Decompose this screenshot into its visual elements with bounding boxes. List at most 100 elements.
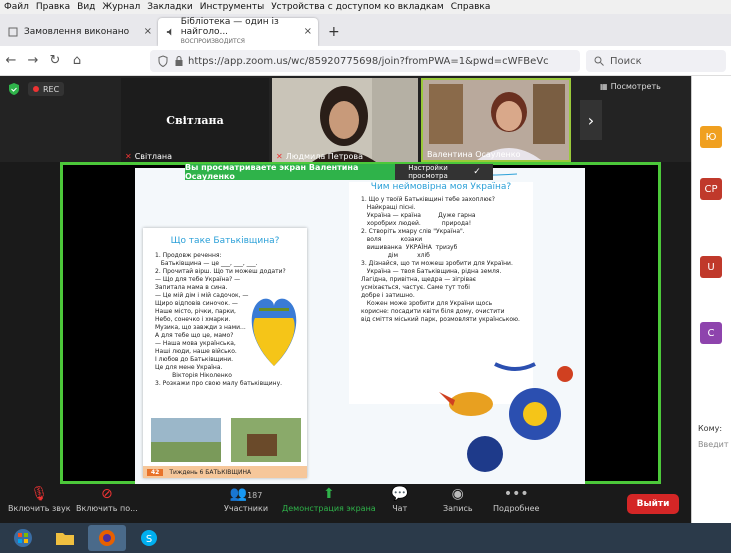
- avatar[interactable]: С: [700, 322, 722, 344]
- avatar[interactable]: СР: [700, 178, 722, 200]
- more-label: Подробнее: [493, 504, 540, 513]
- menu-history[interactable]: Журнал: [102, 2, 140, 12]
- forward-button[interactable]: →: [22, 53, 44, 68]
- next-page-button[interactable]: ›: [580, 100, 602, 140]
- shared-screen: Що таке Батьківщина? 1. Продовж речення:…: [60, 162, 661, 484]
- page-heading: Що таке Батьківщина?: [170, 236, 280, 246]
- search-box[interactable]: Поиск: [586, 50, 726, 72]
- text-line: Вікторія Ніколенко: [155, 372, 232, 379]
- camera-off-icon: ⊘: [101, 486, 113, 502]
- share-screen-icon: ⬆: [322, 486, 335, 502]
- video-label: Включить по...: [76, 504, 138, 513]
- recording-badge: REC: [28, 82, 65, 96]
- landscape-photos: [151, 418, 301, 462]
- taskbar-firefox[interactable]: [88, 525, 126, 551]
- text-line: воля козаки: [361, 236, 423, 243]
- firefox-icon: [99, 530, 115, 546]
- text-line: 3. Розкажи про свою малу батьківщину.: [155, 380, 283, 387]
- menu-tools[interactable]: Инструменты: [200, 2, 264, 12]
- video-tile-valentyna[interactable]: Валентина Осауленко: [421, 78, 571, 162]
- participants-icon: 👥187: [229, 486, 263, 502]
- url-bar[interactable]: https://app.zoom.us/wc/85920775698/join?…: [150, 50, 580, 72]
- rec-label: REC: [43, 84, 60, 94]
- chevron-right-icon: ›: [587, 110, 595, 130]
- participants-panel: Ю СР U С Кому: Введит: [691, 76, 731, 523]
- view-settings-button[interactable]: Настройки просмотра: [395, 164, 461, 180]
- floral-painting-illustration: [439, 362, 573, 472]
- share-label: Демонстрация экрана: [282, 504, 376, 513]
- back-button[interactable]: ←: [0, 53, 22, 68]
- participants-button[interactable]: 👥187 Участники: [224, 486, 268, 513]
- mic-muted-icon: ✕: [125, 152, 132, 161]
- tab-library[interactable]: Бібліотека — один із найголо... ВОСПРОИЗВ…: [158, 17, 318, 46]
- participant-name: Людмила Петрова: [285, 152, 363, 161]
- chat-recipient-label: Кому:: [698, 424, 723, 433]
- tab-bar: Замовлення виконано × Бібліотека — один …: [0, 14, 731, 46]
- record-icon: ◉: [451, 486, 464, 502]
- unmute-label: Включить звук: [8, 504, 71, 513]
- reload-button[interactable]: ↻: [44, 53, 66, 68]
- chat-icon: 💬: [391, 486, 409, 502]
- menu-view[interactable]: Вид: [77, 2, 95, 12]
- search-input[interactable]: Поиск: [610, 56, 642, 67]
- text-line: 3. Дізнайся, що ти можеш зробити для Укр…: [361, 260, 513, 267]
- share-screen-button[interactable]: ⬆ Демонстрация экрана: [282, 486, 376, 513]
- menu-edit[interactable]: Правка: [36, 2, 70, 12]
- text-line: хоробрих людей. природа!: [361, 220, 472, 227]
- shield-icon[interactable]: [158, 55, 168, 67]
- chat-input[interactable]: Введит: [698, 440, 729, 449]
- participant-name-large: Світлана: [166, 114, 224, 127]
- home-button[interactable]: ⌂: [66, 53, 88, 68]
- participant-name: Валентина Осауленко: [427, 150, 521, 159]
- menu-bar: Файл Правка Вид Журнал Закладки Инструме…: [0, 0, 731, 14]
- text-line: вишиванка УКРАЇНА тризуб: [361, 244, 458, 251]
- menu-devices[interactable]: Устройства с доступом ко вкладкам: [271, 2, 444, 12]
- new-tab-button[interactable]: +: [318, 18, 350, 46]
- taskbar-explorer[interactable]: [46, 525, 84, 551]
- tab-order-done[interactable]: Замовлення виконано ×: [0, 18, 158, 46]
- start-button[interactable]: [4, 525, 42, 551]
- text-line: Батьківщина — це ___, ___, ___.: [155, 260, 258, 267]
- text-line: Україна — країна Дуже гарна: [361, 212, 476, 219]
- text-line: 2. Створіть хмару слів "Україна".: [361, 228, 465, 235]
- tab-label: Бібліотека — один із найголо...: [180, 17, 279, 37]
- lock-icon[interactable]: [174, 55, 184, 67]
- zoom-meeting: REC Світлана ✕ Світлана ✕ Людмила Петрова …: [0, 76, 691, 523]
- security-shield-icon[interactable]: [8, 82, 20, 96]
- start-video-button[interactable]: ⊘ Включить по...: [76, 486, 138, 513]
- record-button[interactable]: ◉ Запись: [443, 486, 473, 513]
- menu-help[interactable]: Справка: [451, 2, 491, 12]
- shared-content: Що таке Батьківщина? 1. Продовж речення:…: [135, 168, 585, 484]
- view-label: Посмотреть: [610, 82, 661, 91]
- page-icon: [8, 27, 18, 37]
- page-text: 1. Що у твоїй Батьківщині тебе захоплює?…: [349, 196, 533, 324]
- checkmark-icon[interactable]: ✓: [461, 164, 493, 180]
- close-icon[interactable]: ×: [144, 26, 152, 37]
- leave-button[interactable]: Выйти: [627, 494, 679, 514]
- page-footer: 42 Тиждень 6 БАТЬКІВЩИНА: [143, 466, 307, 478]
- search-icon: [594, 56, 604, 66]
- avatar[interactable]: U: [700, 256, 722, 278]
- chat-button[interactable]: 💬 Чат: [391, 486, 408, 513]
- menu-file[interactable]: Файл: [4, 2, 29, 12]
- text-line: — Що для тебе Україна? —: [155, 276, 241, 283]
- text-line: 2. Прочитай вірш. Що ти можеш додати?: [155, 268, 286, 275]
- avatar[interactable]: Ю: [700, 126, 722, 148]
- banner-text: Вы просматриваете экран Валентина Осауле…: [185, 163, 359, 181]
- screen: Файл Правка Вид Журнал Закладки Инструме…: [0, 0, 731, 553]
- view-button[interactable]: ▦ Посмотреть: [600, 82, 661, 91]
- video-tile-svitlana[interactable]: Світлана ✕ Світлана: [121, 78, 269, 162]
- mic-off-icon: 🎙: [30, 486, 49, 502]
- record-label: Запись: [443, 504, 473, 513]
- video-tile-lyudmila[interactable]: ✕ Людмила Петрова: [272, 78, 418, 162]
- more-dots-icon: •••: [503, 486, 529, 502]
- unmute-button[interactable]: 🎙 Включить звук: [8, 486, 71, 513]
- url-text[interactable]: https://app.zoom.us/wc/85920775698/join?…: [188, 56, 549, 67]
- more-button[interactable]: ••• Подробнее: [493, 486, 539, 513]
- close-icon[interactable]: ×: [304, 26, 312, 37]
- text-line: 1. Що у твоїй Батьківщині тебе захоплює?: [361, 196, 495, 203]
- taskbar-skype[interactable]: S: [130, 525, 168, 551]
- windows-taskbar: S: [0, 523, 731, 553]
- menu-bookmarks[interactable]: Закладки: [147, 2, 193, 12]
- text-line: Кожен може зробити для України щось: [361, 300, 493, 307]
